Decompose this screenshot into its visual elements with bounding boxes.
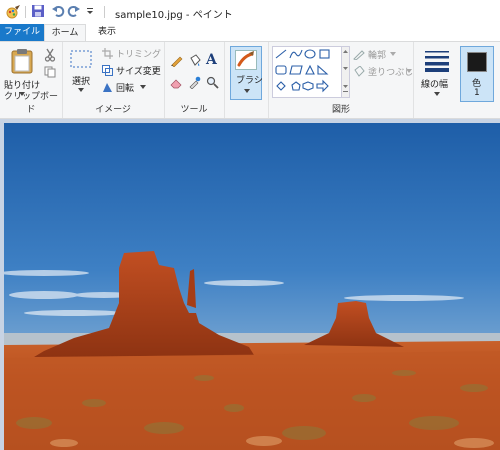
color1-swatch <box>467 52 487 72</box>
cut-icon[interactable] <box>44 48 56 62</box>
color-picker-icon[interactable] <box>188 76 201 89</box>
brush-button[interactable]: ブラシ <box>230 46 263 100</box>
desert-landscape-image <box>4 123 500 450</box>
separator <box>25 6 26 18</box>
chevron-down-icon <box>78 88 84 92</box>
tab-home[interactable]: ホーム <box>44 24 86 42</box>
fill-icon <box>353 66 365 77</box>
pencil-icon[interactable] <box>170 54 183 67</box>
shapes-group: 輪郭 塗りつぶし 図形 <box>268 42 414 118</box>
chevron-down-icon <box>434 92 440 96</box>
ribbon: 貼り付け クリップボード 選択 トリミング サイズ変更 回転 イメージ A ツー… <box>0 41 500 119</box>
magnifier-icon[interactable] <box>206 76 219 89</box>
brush-icon <box>235 50 257 70</box>
canvas-area <box>0 119 500 450</box>
shapes-gallery[interactable] <box>272 46 342 98</box>
outline-icon <box>353 49 365 60</box>
rotate-label: 回転 <box>116 84 135 94</box>
tab-file[interactable]: ファイル <box>0 24 44 41</box>
customize-toolbar-icon[interactable] <box>85 4 95 18</box>
shapes-gallery-icons <box>275 49 330 93</box>
chevron-down-icon <box>140 85 146 89</box>
redo-icon[interactable] <box>67 4 81 18</box>
window-title: sample10.jpg - ペイント <box>115 10 233 21</box>
resize-label: サイズ変更 <box>116 67 161 77</box>
line-width-button[interactable]: 線の幅 <box>418 46 454 100</box>
shapes-scrollbar[interactable] <box>342 46 350 98</box>
image-group-label: イメージ <box>95 105 131 115</box>
line-width-icon <box>425 50 449 72</box>
color1-button[interactable]: 色 1 <box>460 46 494 102</box>
ribbon-tabs: ファイル ホーム 表示 <box>0 24 500 42</box>
canvas-image[interactable] <box>4 123 500 450</box>
undo-icon[interactable] <box>51 4 65 18</box>
outline-label: 輪郭 <box>368 51 387 61</box>
line-width-label: 線の幅 <box>421 80 449 90</box>
clipboard-group: 貼り付け クリップボード <box>0 42 63 118</box>
crop-label: トリミング <box>116 50 162 60</box>
save-icon[interactable] <box>31 4 45 18</box>
text-tool-icon[interactable]: A <box>206 52 217 68</box>
paste-icon <box>11 48 33 74</box>
brush-label: ブラシ <box>236 76 263 86</box>
chevron-down-icon <box>406 69 412 73</box>
title-bar: sample10.jpg - ペイント <box>0 0 500 24</box>
select-label: 選択 <box>72 77 91 87</box>
resize-icon <box>102 65 113 76</box>
separator <box>104 6 105 18</box>
clipboard-group-label: クリップボード <box>3 92 58 115</box>
tab-view[interactable]: 表示 <box>88 24 126 41</box>
select-button[interactable]: 選択 <box>66 48 96 102</box>
crop-icon <box>102 48 113 59</box>
tools-group-label: ツール <box>180 105 208 115</box>
color1-number: 1 <box>474 88 480 98</box>
copy-icon[interactable] <box>44 66 56 78</box>
image-group: 選択 トリミング サイズ変更 回転 イメージ <box>62 42 165 118</box>
chevron-down-icon <box>390 52 396 56</box>
chevron-down-icon <box>244 89 250 93</box>
fill-bucket-icon[interactable] <box>188 54 201 67</box>
select-rectangle-icon <box>70 50 92 68</box>
paint-app-icon <box>5 4 21 20</box>
tools-group: A ツール <box>164 42 225 118</box>
rotate-icon <box>102 82 113 93</box>
eraser-icon[interactable] <box>170 76 183 89</box>
shapes-group-label: 図形 <box>331 105 350 115</box>
